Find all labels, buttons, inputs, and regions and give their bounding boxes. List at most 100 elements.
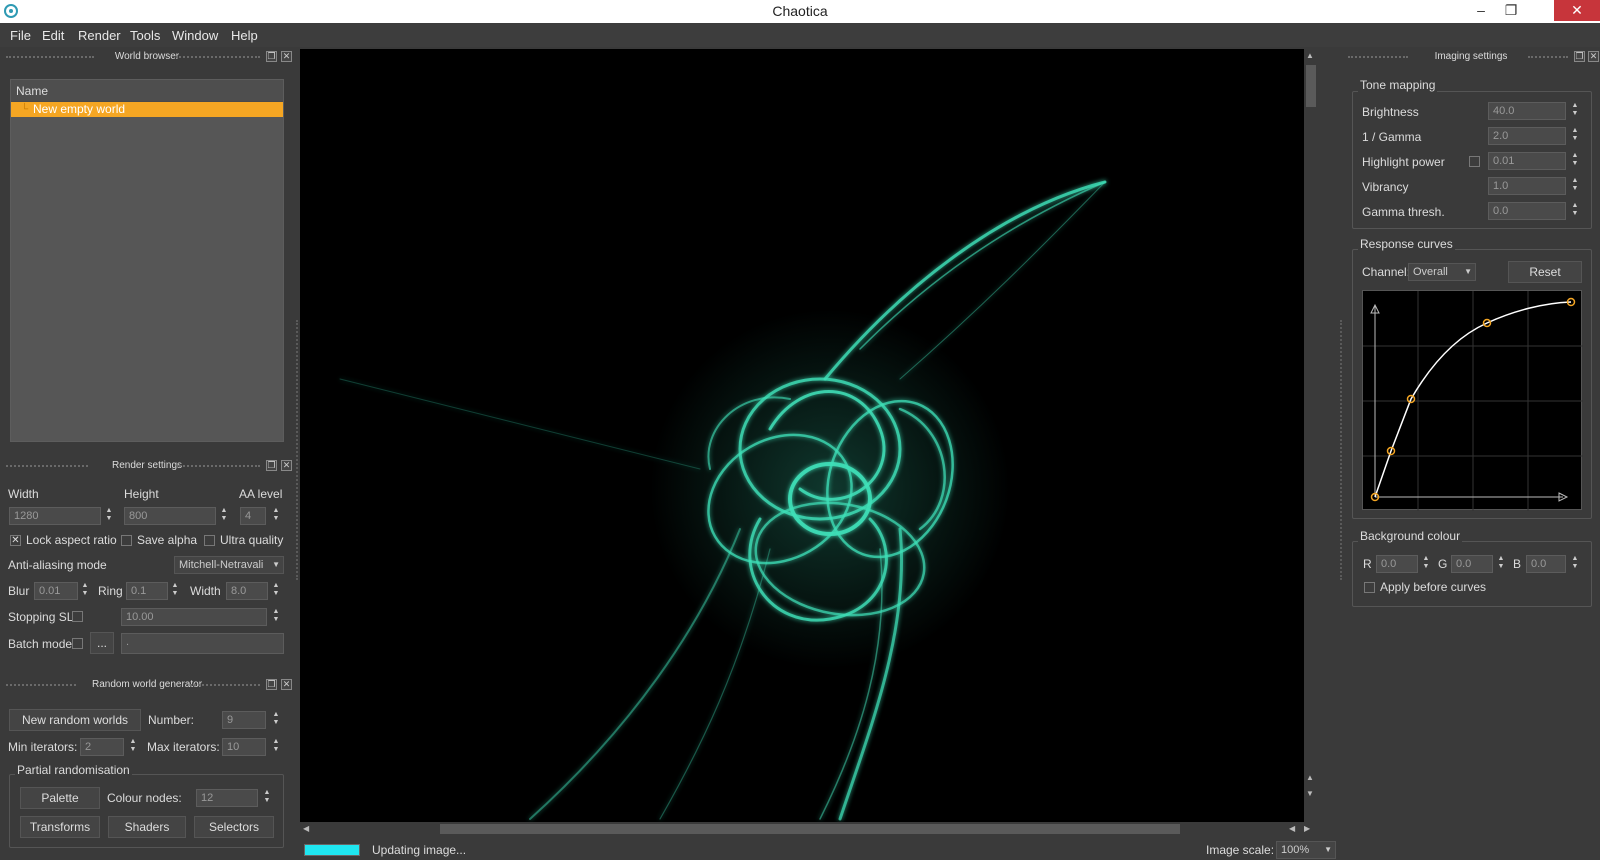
shaders-button[interactable]: Shaders	[108, 816, 186, 838]
vertical-scrollbar[interactable]: ▲ ▲ ▼	[1304, 49, 1318, 822]
batch-mode-label: Batch mode	[8, 637, 73, 651]
float-icon[interactable]: ❐	[266, 679, 277, 690]
menu-help[interactable]: Help	[231, 28, 258, 43]
close-icon[interactable]: ✕	[281, 679, 292, 690]
width-spin-arrows[interactable]: ▲ ▼	[104, 507, 114, 525]
number-spin-arrows[interactable]: ▲ ▼	[271, 711, 281, 729]
batch-browse-button[interactable]: ...	[90, 632, 114, 654]
brightness-spin-arrows[interactable]: ▲ ▼	[1570, 102, 1580, 120]
horizontal-scrollbar[interactable]: ◀ ◀ ▶	[300, 822, 1318, 836]
aa-mode-select[interactable]: Mitchell-Netravali ▼	[174, 556, 284, 574]
horizontal-scroll-thumb[interactable]	[440, 824, 1180, 834]
min-iterators-input[interactable]: 2	[80, 738, 124, 756]
vertical-scroll-thumb[interactable]	[1306, 65, 1316, 107]
min-spin-arrows[interactable]: ▲ ▼	[128, 738, 138, 756]
ring-spin-arrows[interactable]: ▲ ▼	[170, 582, 180, 600]
save-alpha-label: Save alpha	[137, 533, 198, 547]
stopping-sl-input[interactable]: 10.00	[121, 608, 267, 626]
width-input[interactable]: 1280	[9, 507, 101, 525]
menu-file[interactable]: File	[10, 28, 31, 43]
filter-width-spin-arrows[interactable]: ▲ ▼	[271, 582, 281, 600]
close-button[interactable]: ✕	[1554, 0, 1600, 21]
status-bar: Updating image... Image scale: 100% ▼	[296, 838, 1340, 860]
highlight-power-checkbox[interactable]	[1469, 156, 1480, 167]
save-alpha-checkbox[interactable]	[121, 535, 132, 546]
reset-curves-button[interactable]: Reset	[1508, 261, 1582, 283]
max-spin-arrows[interactable]: ▲ ▼	[271, 738, 281, 756]
transforms-button[interactable]: Transforms	[20, 816, 100, 838]
aa-level-input[interactable]: 4	[240, 507, 266, 525]
aa-mode-value: Mitchell-Netravali	[179, 559, 264, 571]
batch-path-input[interactable]: .	[121, 633, 284, 654]
ring-input[interactable]: 0.1	[126, 582, 168, 600]
ultra-quality-checkbox[interactable]	[204, 535, 215, 546]
scroll-left-icon[interactable]: ◀	[1289, 824, 1295, 833]
tone-mapping-title: Tone mapping	[1358, 78, 1438, 92]
left-splitter-handle[interactable]	[296, 320, 298, 580]
channel-select[interactable]: Overall ▼	[1408, 263, 1476, 281]
height-spin-arrows[interactable]: ▲ ▼	[219, 507, 229, 525]
close-icon[interactable]: ✕	[281, 51, 292, 62]
float-icon[interactable]: ❐	[266, 51, 277, 62]
max-iterators-input[interactable]: 10	[222, 738, 266, 756]
highlight-power-input[interactable]: 0.01	[1488, 152, 1566, 170]
palette-button[interactable]: Palette	[20, 787, 100, 809]
blur-spin-arrows[interactable]: ▲ ▼	[80, 582, 90, 600]
menu-edit[interactable]: Edit	[42, 28, 64, 43]
new-random-worlds-button[interactable]: New random worlds	[9, 709, 141, 731]
colour-nodes-input[interactable]: 12	[196, 789, 258, 807]
bg-g-spin-arrows[interactable]: ▲ ▼	[1496, 555, 1506, 573]
scroll-right-icon[interactable]: ▶	[1304, 824, 1310, 833]
image-scale-select[interactable]: 100% ▼	[1276, 841, 1336, 859]
render-settings-header: Render settings ❐ ✕	[0, 458, 294, 474]
imaging-settings-title: Imaging settings	[1434, 51, 1508, 62]
blur-label: Blur	[8, 584, 30, 598]
world-item[interactable]: └ New empty world	[11, 102, 283, 117]
highlight-spin-arrows[interactable]: ▲ ▼	[1570, 152, 1580, 170]
scroll-left-icon[interactable]: ◀	[303, 824, 309, 833]
vibrancy-input[interactable]: 1.0	[1488, 177, 1566, 195]
scroll-up-icon[interactable]: ▲	[1306, 51, 1314, 60]
world-list[interactable]: Name └ New empty world	[10, 79, 284, 442]
bg-r-input[interactable]: 0.0	[1376, 555, 1418, 573]
response-curve-editor[interactable]	[1362, 290, 1583, 511]
colour-nodes-spin-arrows[interactable]: ▲ ▼	[262, 789, 272, 807]
blur-input[interactable]: 0.01	[34, 582, 78, 600]
gamma-thresh-spin-arrows[interactable]: ▲ ▼	[1570, 202, 1580, 220]
vibrancy-spin-arrows[interactable]: ▲ ▼	[1570, 177, 1580, 195]
selectors-button[interactable]: Selectors	[194, 816, 274, 838]
lock-aspect-checkbox[interactable]: ✕	[10, 535, 21, 546]
render-canvas[interactable]	[300, 49, 1304, 822]
bg-b-spin-arrows[interactable]: ▲ ▼	[1570, 555, 1580, 573]
close-icon[interactable]: ✕	[1588, 51, 1599, 62]
stopping-sl-checkbox[interactable]	[72, 611, 83, 622]
flame-render-image	[339, 180, 1107, 821]
height-input[interactable]: 800	[124, 507, 216, 525]
menu-render[interactable]: Render	[78, 28, 121, 43]
bg-r-spin-arrows[interactable]: ▲ ▼	[1421, 555, 1431, 573]
background-colour-title: Background colour	[1358, 529, 1463, 543]
scroll-up-icon[interactable]: ▲	[1306, 773, 1314, 782]
bg-g-input[interactable]: 0.0	[1451, 555, 1493, 573]
bg-b-input[interactable]: 0.0	[1526, 555, 1566, 573]
right-splitter-handle[interactable]	[1340, 320, 1342, 580]
float-icon[interactable]: ❐	[266, 460, 277, 471]
gamma-thresh-input[interactable]: 0.0	[1488, 202, 1566, 220]
filter-width-input[interactable]: 8.0	[226, 582, 268, 600]
restore-button[interactable]: ❐	[1496, 0, 1526, 21]
minimize-button[interactable]: –	[1466, 0, 1496, 21]
menu-window[interactable]: Window	[172, 28, 218, 43]
gamma-input[interactable]: 2.0	[1488, 127, 1566, 145]
menu-tools[interactable]: Tools	[130, 28, 160, 43]
gamma-spin-arrows[interactable]: ▲ ▼	[1570, 127, 1580, 145]
aa-spin-arrows[interactable]: ▲ ▼	[271, 507, 281, 525]
batch-mode-checkbox[interactable]	[72, 638, 83, 649]
close-icon[interactable]: ✕	[281, 460, 292, 471]
column-header-name[interactable]: Name	[11, 80, 283, 102]
apply-before-curves-checkbox[interactable]	[1364, 582, 1375, 593]
number-input[interactable]: 9	[222, 711, 266, 729]
float-icon[interactable]: ❐	[1574, 51, 1585, 62]
brightness-input[interactable]: 40.0	[1488, 102, 1566, 120]
scroll-down-icon[interactable]: ▼	[1306, 789, 1314, 798]
stopping-spin-arrows[interactable]: ▲ ▼	[271, 608, 281, 626]
